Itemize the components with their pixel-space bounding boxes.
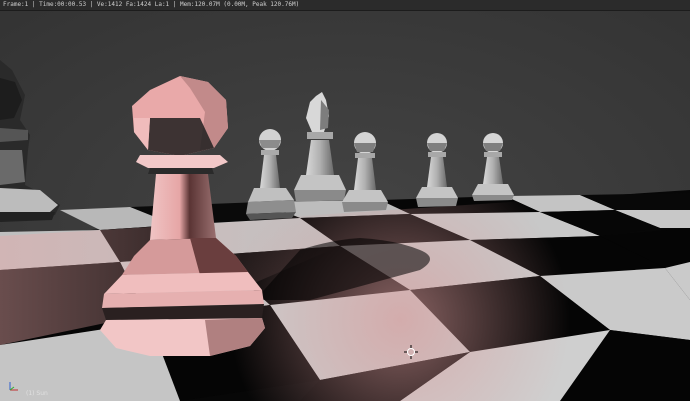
render-scene: [0, 0, 690, 401]
render-viewport[interactable]: Frame:1 | Time:00:00.53 | Ve:1412 Fa:142…: [0, 0, 690, 401]
viewport-object-label: (1) Sun: [26, 390, 48, 397]
render-info-bar: Frame:1 | Time:00:00.53 | Ve:1412 Fa:142…: [0, 0, 690, 11]
checkerboard-floor: [0, 190, 690, 401]
render-info-text: Frame:1 | Time:00:00.53 | Ve:1412 Fa:142…: [3, 1, 300, 8]
